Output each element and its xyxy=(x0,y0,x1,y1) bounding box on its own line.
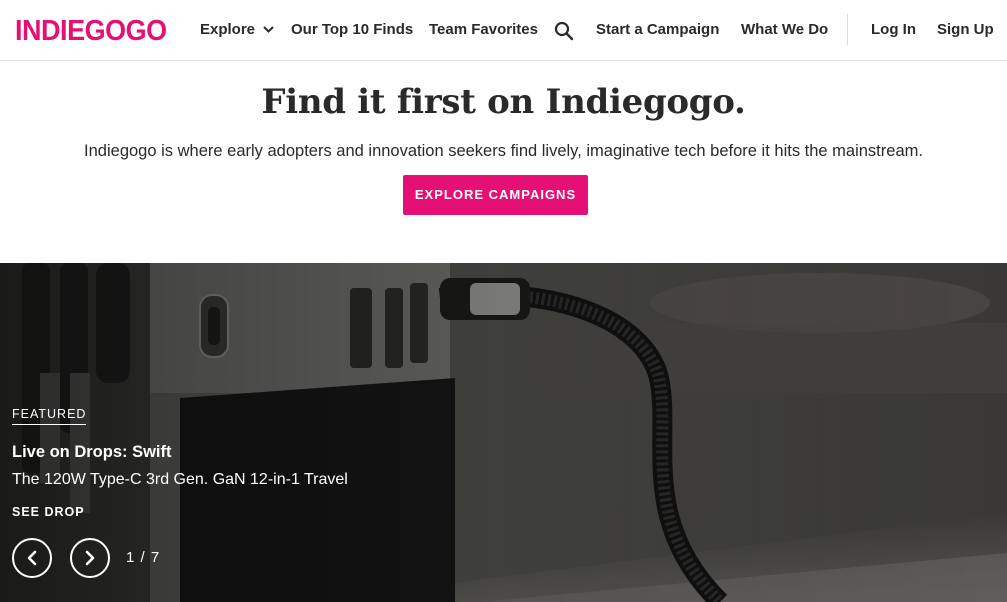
nav-log-in[interactable]: Log In xyxy=(871,20,916,40)
featured-banner[interactable]: FEATURED Live on Drops: Swift The 120W T… xyxy=(0,263,1007,602)
chevron-right-icon xyxy=(85,550,95,566)
nav-top-10-finds[interactable]: Our Top 10 Finds xyxy=(291,20,413,40)
hero-title: Find it first on Indiegogo. xyxy=(261,82,746,122)
carousel-prev-button[interactable] xyxy=(12,538,52,578)
featured-tag: FEATURED xyxy=(12,406,87,425)
nav-what-we-do[interactable]: What We Do xyxy=(741,20,828,40)
top-nav-bar: INDIEGOGO Explore Our Top 10 Finds Team … xyxy=(0,0,1007,61)
carousel-pager: 1 / 7 xyxy=(126,549,161,566)
nav-sign-up[interactable]: Sign Up xyxy=(937,20,994,40)
nav-explore-label: Explore xyxy=(200,21,256,38)
explore-campaigns-button[interactable]: EXPLORE CAMPAIGNS xyxy=(403,175,588,215)
see-drop-link[interactable]: SEE DROP xyxy=(12,504,85,520)
featured-title: Live on Drops: Swift xyxy=(12,443,172,461)
featured-description: The 120W Type-C 3rd Gen. GaN 12-in-1 Tra… xyxy=(12,471,348,488)
carousel-next-button[interactable] xyxy=(70,538,110,578)
nav-start-campaign[interactable]: Start a Campaign xyxy=(596,20,719,40)
chevron-down-icon xyxy=(263,19,274,39)
hero-subtitle: Indiegogo is where early adopters and in… xyxy=(84,142,923,160)
search-icon[interactable] xyxy=(554,21,574,41)
indiegogo-logo[interactable]: INDIEGOGO xyxy=(15,15,167,47)
nav-explore-menu[interactable]: Explore xyxy=(200,20,274,40)
nav-team-favorites[interactable]: Team Favorites xyxy=(429,20,538,40)
nav-divider xyxy=(847,14,848,46)
chevron-left-icon xyxy=(27,550,37,566)
